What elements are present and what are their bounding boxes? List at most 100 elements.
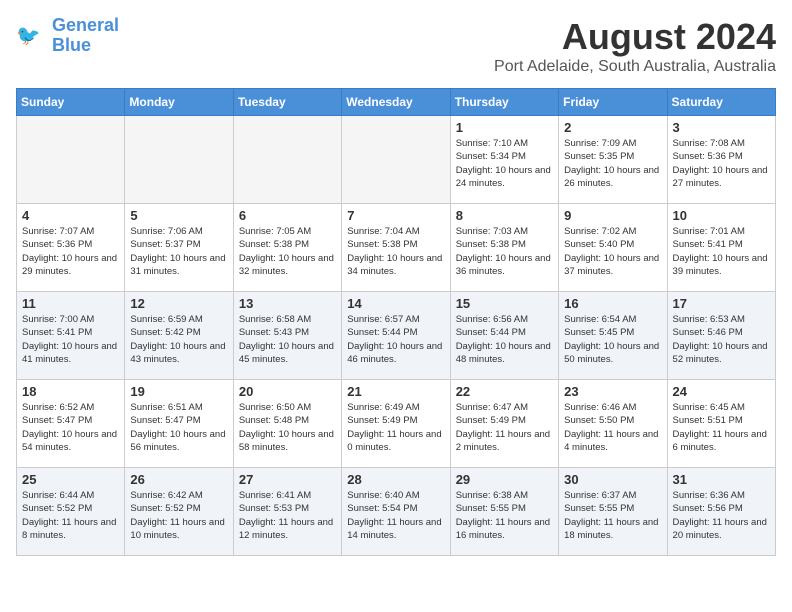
day-number: 8 <box>456 208 553 223</box>
day-info: Sunrise: 6:54 AMSunset: 5:45 PMDaylight:… <box>564 313 661 366</box>
day-info: Sunrise: 7:08 AMSunset: 5:36 PMDaylight:… <box>673 137 770 190</box>
calendar-cell: 20Sunrise: 6:50 AMSunset: 5:48 PMDayligh… <box>233 380 341 468</box>
day-number: 11 <box>22 296 119 311</box>
column-header-sunday: Sunday <box>17 89 125 116</box>
calendar-cell: 31 Sunrise: 6:36 AMSunset: 5:56 PMDayligh… <box>667 468 775 556</box>
calendar-cell: 29Sunrise: 6:38 AMSunset: 5:55 PMDayligh… <box>450 468 558 556</box>
day-number: 25 <box>22 472 119 487</box>
calendar-cell: 30 Sunrise: 6:37 AMSunset: 5:55 PMDayligh… <box>559 468 667 556</box>
calendar-header-row: SundayMondayTuesdayWednesdayThursdayFrid… <box>17 89 776 116</box>
calendar-cell: 26 Sunrise: 6:42 AMSunset: 5:52 PMDayligh… <box>125 468 233 556</box>
calendar-week-4: 18 Sunrise: 6:52 AMSunset: 5:47 PMDayligh… <box>17 380 776 468</box>
day-info: Sunrise: 7:04 AMSunset: 5:38 PMDaylight:… <box>347 225 444 278</box>
calendar-week-1: 1 Sunrise: 7:10 AMSunset: 5:34 PMDaylight… <box>17 116 776 204</box>
calendar-cell <box>233 116 341 204</box>
day-info: Sunrise: 6:59 AMSunset: 5:42 PMDaylight:… <box>130 313 227 366</box>
day-info: Sunrise: 6:53 AMSunset: 5:46 PMDaylight:… <box>673 313 770 366</box>
day-number: 3 <box>673 120 770 135</box>
calendar-cell <box>17 116 125 204</box>
day-number: 27 <box>239 472 336 487</box>
day-info: Sunrise: 7:01 AMSunset: 5:41 PMDaylight:… <box>673 225 770 278</box>
day-number: 13 <box>239 296 336 311</box>
calendar-week-5: 25 Sunrise: 6:44 AMSunset: 5:52 PMDayligh… <box>17 468 776 556</box>
day-number: 24 <box>673 384 770 399</box>
logo-icon: 🐦 <box>16 22 48 50</box>
day-info: Sunrise: 6:58 AMSunset: 5:43 PMDaylight:… <box>239 313 336 366</box>
day-number: 10 <box>673 208 770 223</box>
calendar-body: 1 Sunrise: 7:10 AMSunset: 5:34 PMDaylight… <box>17 116 776 556</box>
calendar-cell: 28 Sunrise: 6:40 AMSunset: 5:54 PMDayligh… <box>342 468 450 556</box>
calendar-cell: 27Sunrise: 6:41 AMSunset: 5:53 PMDayligh… <box>233 468 341 556</box>
day-info: Sunrise: 7:02 AMSunset: 5:40 PMDaylight:… <box>564 225 661 278</box>
calendar-cell: 7 Sunrise: 7:04 AMSunset: 5:38 PMDaylight… <box>342 204 450 292</box>
day-info: Sunrise: 6:36 AMSunset: 5:56 PMDaylight:… <box>673 489 770 542</box>
day-info: Sunrise: 6:40 AMSunset: 5:54 PMDaylight:… <box>347 489 444 542</box>
day-info: Sunrise: 6:37 AMSunset: 5:55 PMDaylight:… <box>564 489 661 542</box>
month-year: August 2024 <box>494 16 776 58</box>
day-number: 21 <box>347 384 444 399</box>
day-number: 1 <box>456 120 553 135</box>
calendar-cell: 12Sunrise: 6:59 AMSunset: 5:42 PMDayligh… <box>125 292 233 380</box>
column-header-monday: Monday <box>125 89 233 116</box>
calendar-cell: 11 Sunrise: 7:00 AMSunset: 5:41 PMDayligh… <box>17 292 125 380</box>
logo-line2: Blue <box>52 35 91 55</box>
day-number: 28 <box>347 472 444 487</box>
calendar-cell: 22 Sunrise: 6:47 AMSunset: 5:49 PMDayligh… <box>450 380 558 468</box>
day-info: Sunrise: 7:05 AMSunset: 5:38 PMDaylight:… <box>239 225 336 278</box>
day-info: Sunrise: 6:47 AMSunset: 5:49 PMDaylight:… <box>456 401 553 454</box>
page-header: 🐦 General Blue August 2024 Port Adelaide… <box>16 16 776 76</box>
calendar-week-2: 4Sunrise: 7:07 AMSunset: 5:36 PMDaylight… <box>17 204 776 292</box>
calendar-cell: 18 Sunrise: 6:52 AMSunset: 5:47 PMDayligh… <box>17 380 125 468</box>
day-number: 30 <box>564 472 661 487</box>
column-header-wednesday: Wednesday <box>342 89 450 116</box>
calendar-cell: 9Sunrise: 7:02 AMSunset: 5:40 PMDaylight… <box>559 204 667 292</box>
day-info: Sunrise: 7:10 AMSunset: 5:34 PMDaylight:… <box>456 137 553 190</box>
calendar-cell: 24 Sunrise: 6:45 AMSunset: 5:51 PMDayligh… <box>667 380 775 468</box>
day-info: Sunrise: 6:42 AMSunset: 5:52 PMDaylight:… <box>130 489 227 542</box>
calendar-table: SundayMondayTuesdayWednesdayThursdayFrid… <box>16 88 776 556</box>
day-number: 18 <box>22 384 119 399</box>
day-info: Sunrise: 6:44 AMSunset: 5:52 PMDaylight:… <box>22 489 119 542</box>
svg-text:🐦: 🐦 <box>16 25 40 47</box>
day-info: Sunrise: 6:50 AMSunset: 5:48 PMDaylight:… <box>239 401 336 454</box>
calendar-cell <box>125 116 233 204</box>
day-number: 31 <box>673 472 770 487</box>
day-info: Sunrise: 6:49 AMSunset: 5:49 PMDaylight:… <box>347 401 444 454</box>
day-info: Sunrise: 6:52 AMSunset: 5:47 PMDaylight:… <box>22 401 119 454</box>
day-info: Sunrise: 6:51 AMSunset: 5:47 PMDaylight:… <box>130 401 227 454</box>
day-number: 2 <box>564 120 661 135</box>
day-number: 19 <box>130 384 227 399</box>
day-info: Sunrise: 6:56 AMSunset: 5:44 PMDaylight:… <box>456 313 553 366</box>
title-block: August 2024 Port Adelaide, South Austral… <box>494 16 776 76</box>
column-header-tuesday: Tuesday <box>233 89 341 116</box>
day-info: Sunrise: 7:03 AMSunset: 5:38 PMDaylight:… <box>456 225 553 278</box>
day-number: 22 <box>456 384 553 399</box>
logo: 🐦 General Blue <box>16 16 119 56</box>
day-number: 14 <box>347 296 444 311</box>
day-info: Sunrise: 6:57 AMSunset: 5:44 PMDaylight:… <box>347 313 444 366</box>
logo-text: General Blue <box>52 16 119 56</box>
day-number: 23 <box>564 384 661 399</box>
day-info: Sunrise: 7:00 AMSunset: 5:41 PMDaylight:… <box>22 313 119 366</box>
calendar-cell: 1 Sunrise: 7:10 AMSunset: 5:34 PMDaylight… <box>450 116 558 204</box>
calendar-cell: 19 Sunrise: 6:51 AMSunset: 5:47 PMDayligh… <box>125 380 233 468</box>
calendar-cell: 4Sunrise: 7:07 AMSunset: 5:36 PMDaylight… <box>17 204 125 292</box>
day-info: Sunrise: 6:45 AMSunset: 5:51 PMDaylight:… <box>673 401 770 454</box>
day-info: Sunrise: 6:46 AMSunset: 5:50 PMDaylight:… <box>564 401 661 454</box>
day-number: 17 <box>673 296 770 311</box>
day-info: Sunrise: 7:06 AMSunset: 5:37 PMDaylight:… <box>130 225 227 278</box>
calendar-cell: 2 Sunrise: 7:09 AMSunset: 5:35 PMDaylight… <box>559 116 667 204</box>
calendar-cell: 6 Sunrise: 7:05 AMSunset: 5:38 PMDaylight… <box>233 204 341 292</box>
calendar-cell: 5Sunrise: 7:06 AMSunset: 5:37 PMDaylight… <box>125 204 233 292</box>
day-number: 15 <box>456 296 553 311</box>
day-number: 6 <box>239 208 336 223</box>
day-info: Sunrise: 7:09 AMSunset: 5:35 PMDaylight:… <box>564 137 661 190</box>
calendar-cell: 21 Sunrise: 6:49 AMSunset: 5:49 PMDayligh… <box>342 380 450 468</box>
calendar-cell: 23 Sunrise: 6:46 AMSunset: 5:50 PMDayligh… <box>559 380 667 468</box>
day-number: 26 <box>130 472 227 487</box>
calendar-cell: 16Sunrise: 6:54 AMSunset: 5:45 PMDayligh… <box>559 292 667 380</box>
calendar-cell: 10 Sunrise: 7:01 AMSunset: 5:41 PMDayligh… <box>667 204 775 292</box>
day-number: 7 <box>347 208 444 223</box>
location: Port Adelaide, South Australia, Australi… <box>494 58 776 76</box>
column-header-thursday: Thursday <box>450 89 558 116</box>
